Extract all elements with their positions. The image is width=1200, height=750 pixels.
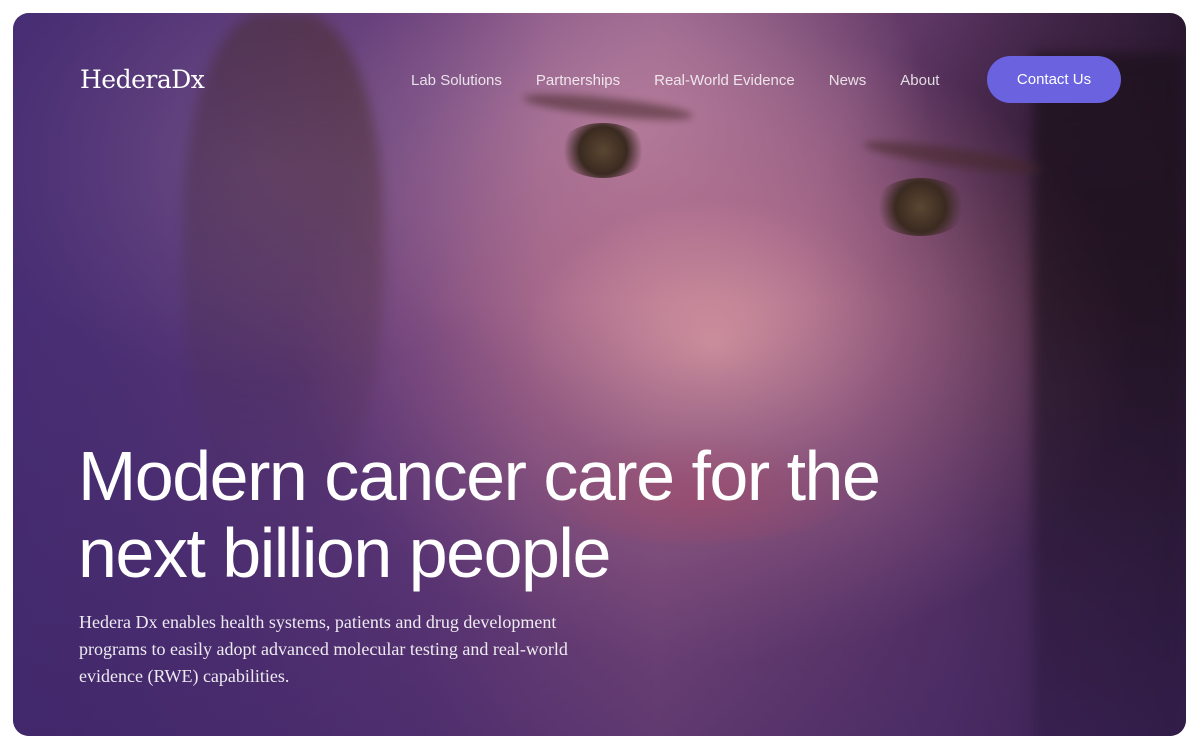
hero-headline: Modern cancer care for the next billion …	[78, 437, 881, 592]
nav-item-news[interactable]: News	[829, 71, 867, 91]
nav-item-partnerships[interactable]: Partnerships	[536, 71, 620, 91]
site-logo[interactable]: HederaDx	[80, 65, 205, 94]
main-nav: Lab Solutions Partnerships Real-World Ev…	[411, 71, 973, 91]
hero-subtext: Hedera Dx enables health systems, patien…	[79, 612, 568, 686]
nav-item-real-world-evidence[interactable]: Real-World Evidence	[654, 71, 795, 91]
hero-banner: HederaDx Lab Solutions Partnerships Real…	[13, 13, 1186, 736]
contact-us-button[interactable]: Contact Us	[987, 56, 1121, 103]
nav-item-about[interactable]: About	[900, 71, 939, 91]
nav-item-lab-solutions[interactable]: Lab Solutions	[411, 71, 502, 91]
